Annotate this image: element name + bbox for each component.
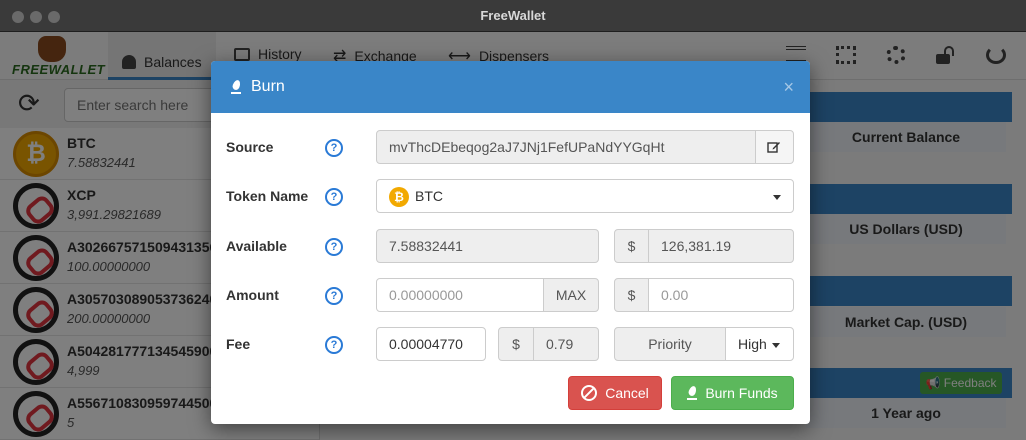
- amount-input[interactable]: 0.00000000: [376, 278, 544, 312]
- help-icon[interactable]: ?: [325, 336, 343, 354]
- usd-addon: $: [614, 278, 649, 312]
- edit-icon: [767, 142, 780, 153]
- fee-usd-field: 0.79: [533, 327, 599, 361]
- help-icon[interactable]: ?: [325, 238, 343, 256]
- burn-funds-button-label: Burn Funds: [705, 385, 778, 401]
- chevron-down-icon: [772, 343, 780, 348]
- available-label: Available: [226, 238, 287, 254]
- help-icon[interactable]: ?: [325, 188, 343, 206]
- available-usd-field: 126,381.19: [648, 229, 794, 263]
- amount-label: Amount: [226, 287, 279, 303]
- window-titlebar: FreeWallet: [0, 0, 1026, 32]
- priority-select-value: High: [738, 336, 767, 352]
- dialog-title: Burn: [231, 78, 285, 96]
- priority-label: Priority: [614, 327, 726, 361]
- priority-select[interactable]: High: [725, 327, 794, 361]
- edit-source-button[interactable]: [755, 130, 794, 164]
- bitcoin-icon: ₿: [389, 187, 409, 207]
- source-address-field[interactable]: mvThcDEbeqog2aJ7JNj1FefUPaNdYYGqHt: [376, 130, 756, 164]
- fire-icon: [231, 80, 241, 94]
- burn-funds-button[interactable]: Burn Funds: [671, 376, 794, 410]
- source-label: Source: [226, 139, 274, 155]
- available-amount-field: 7.58832441: [376, 229, 599, 263]
- usd-addon: $: [498, 327, 534, 361]
- amount-usd-input[interactable]: 0.00: [648, 278, 794, 312]
- help-icon[interactable]: ?: [325, 287, 343, 305]
- max-button[interactable]: MAX: [543, 278, 599, 312]
- fee-label: Fee: [226, 336, 251, 352]
- token-select-value: BTC: [415, 188, 443, 204]
- cancel-button-label: Cancel: [605, 385, 649, 401]
- fee-input[interactable]: 0.00004770: [376, 327, 486, 361]
- burn-dialog: Burn × Source ? mvThcDEbeqog2aJ7JNj1FefU…: [211, 61, 810, 424]
- ban-icon: [581, 385, 598, 401]
- usd-addon: $: [614, 229, 649, 263]
- cancel-button[interactable]: Cancel: [568, 376, 662, 410]
- dialog-header: Burn ×: [211, 61, 810, 113]
- chevron-down-icon: [773, 195, 781, 200]
- token-name-label: Token Name: [226, 188, 309, 204]
- help-icon[interactable]: ?: [325, 139, 343, 157]
- token-select[interactable]: ₿ BTC: [376, 179, 794, 213]
- window-title: FreeWallet: [480, 8, 546, 23]
- close-icon[interactable]: ×: [783, 77, 794, 98]
- fire-icon: [687, 386, 698, 400]
- dialog-title-text: Burn: [251, 78, 285, 95]
